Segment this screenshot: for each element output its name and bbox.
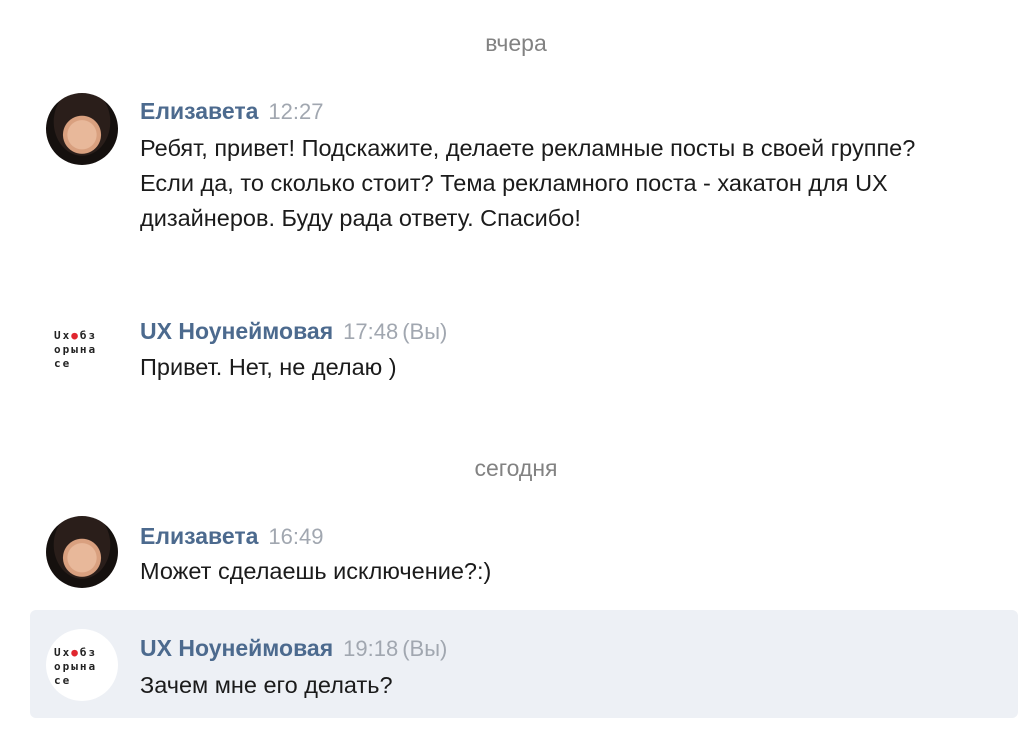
avatar[interactable]: Ux●бз орына сe: [46, 629, 118, 701]
message-header: Елизавета 12:27: [140, 98, 323, 125]
group-logo: Ux●бз орына сe: [54, 646, 98, 687]
author-name[interactable]: UX Ноунеймовая: [140, 635, 333, 661]
author-name[interactable]: UX Ноунеймовая: [140, 318, 333, 344]
message-text: Может сделаешь исключение?:): [140, 558, 492, 584]
message-time[interactable]: 12:27: [268, 99, 323, 124]
you-label: (Вы): [402, 636, 448, 661]
message-text: Ребят, привет! Подскажите, делаете рекла…: [140, 135, 916, 231]
message-text: Зачем мне его делать?: [140, 672, 393, 698]
message-item: Елизавета 12:27 Ребят, привет! Подскажите…: [30, 90, 1018, 280]
avatar[interactable]: [46, 93, 118, 165]
group-logo: Ux●бз орына сe: [54, 329, 98, 370]
message-header: UX Ноунеймовая 17:48 (Вы): [140, 318, 447, 345]
author-name[interactable]: Елизавета: [140, 523, 258, 549]
you-label: (Вы): [402, 319, 448, 344]
message-time[interactable]: 16:49: [268, 524, 323, 549]
message-item-highlighted: Ux●бз орына сe UX Ноунеймовая 19:18 (Вы) З…: [30, 610, 1018, 718]
message-time[interactable]: 19:18: [343, 636, 398, 661]
date-divider-yesterday: вчера: [485, 30, 547, 56]
message-header: UX Ноунеймовая 19:18 (Вы): [140, 635, 447, 662]
date-divider-today: сегодня: [474, 455, 558, 481]
avatar[interactable]: [46, 516, 118, 588]
message-header: Елизавета 16:49: [140, 523, 323, 550]
message-time[interactable]: 17:48: [343, 319, 398, 344]
message-text: Привет. Нет, не делаю ): [140, 354, 397, 380]
message-item: Ux●бз орына сe UX Ноунеймовая 17:48 (Вы) П…: [30, 310, 1018, 390]
avatar[interactable]: Ux●бз орына сe: [46, 312, 118, 384]
message-item: Елизавета 16:49 Может сделаешь исключение…: [30, 513, 1018, 595]
author-name[interactable]: Елизавета: [140, 98, 258, 124]
